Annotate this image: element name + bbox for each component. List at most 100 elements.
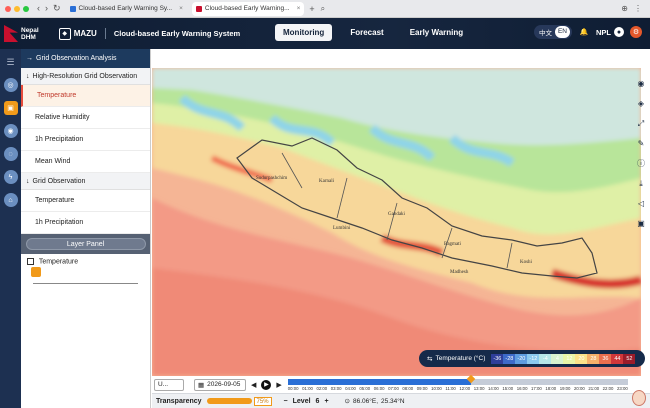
- timeline-hour[interactable]: 02:00: [316, 386, 327, 391]
- info-icon[interactable]: ⓘ: [636, 158, 647, 169]
- radar-icon[interactable]: ◎: [3, 78, 18, 92]
- timeline-hour[interactable]: 18:00: [545, 386, 556, 391]
- camera-icon[interactable]: ▣: [636, 218, 647, 229]
- legend-title: Temperature (°C): [435, 355, 486, 362]
- timeline-hour[interactable]: 16:00: [517, 386, 528, 391]
- panel-header: → Grid Observation Analysis: [21, 49, 150, 68]
- assistant-avatar[interactable]: [632, 390, 646, 406]
- item-hr-precip[interactable]: 1h Precipitation: [21, 129, 150, 151]
- timeline-hour[interactable]: 04:00: [345, 386, 356, 391]
- globe-icon[interactable]: ◌: [3, 147, 18, 161]
- settings-icon[interactable]: ⚙: [630, 26, 642, 38]
- menu-icon[interactable]: ☰: [4, 55, 18, 69]
- section-grid-obs[interactable]: ↓ Grid Observation: [21, 173, 150, 190]
- timeline-hour[interactable]: 11:00: [445, 386, 455, 391]
- menu-dots-icon[interactable]: ⋮: [634, 4, 642, 13]
- item-hr-temperature[interactable]: Temperature: [21, 85, 150, 107]
- timeline-hour[interactable]: 09:00: [417, 386, 428, 391]
- timeline-hour[interactable]: 01:00: [302, 386, 313, 391]
- timeline-hour[interactable]: 22:00: [603, 386, 614, 391]
- timeline-hour[interactable]: 13:00: [474, 386, 485, 391]
- nav-early-warning[interactable]: Early Warning: [402, 24, 472, 41]
- temperature-legend: ⇆ Temperature (°C) -36 -28 -20 -12 -4 4 12 20 28…: [419, 350, 645, 367]
- timeline-hour[interactable]: 15:00: [502, 386, 513, 391]
- timeline-hour[interactable]: 23:00: [617, 386, 628, 391]
- timeline-hour[interactable]: 05:00: [359, 386, 370, 391]
- zoom-in-button[interactable]: +: [324, 398, 328, 405]
- download-icon[interactable]: ⤓: [636, 178, 647, 189]
- timeline-hour[interactable]: 12:00: [459, 386, 470, 391]
- measure-icon[interactable]: ⤢: [636, 118, 647, 129]
- map-label-bagmati: Bagmati: [444, 242, 462, 247]
- bell-icon[interactable]: 🔔: [578, 26, 590, 38]
- arrow-right-icon: →: [26, 55, 33, 62]
- lang-en[interactable]: EN: [554, 26, 570, 38]
- map-label-madhesh: Madhesh: [450, 270, 469, 275]
- close-tab-icon[interactable]: ×: [297, 5, 301, 12]
- grid-analysis-icon[interactable]: ▣: [3, 101, 18, 115]
- user-icon: ●: [614, 27, 624, 37]
- browser-tab-title: Cloud-based Early Warning...: [204, 5, 290, 12]
- timeline-hour[interactable]: 10:00: [431, 386, 442, 391]
- time-zone-select[interactable]: U...: [154, 378, 184, 391]
- user-menu[interactable]: NPL ●: [596, 27, 624, 37]
- timeline-hour[interactable]: 08:00: [402, 386, 413, 391]
- maximize-window-button[interactable]: [23, 5, 29, 12]
- lightning-icon[interactable]: ϟ: [3, 170, 18, 184]
- layers-icon[interactable]: ◈: [636, 98, 647, 109]
- satellite-icon[interactable]: ◉: [3, 124, 18, 138]
- timeline-progress: [287, 379, 472, 385]
- minimize-window-button[interactable]: [14, 5, 20, 12]
- nav-forecast[interactable]: Forecast: [342, 24, 391, 41]
- legend-cell: -4: [539, 353, 552, 364]
- browser-tab-2[interactable]: Cloud-based Early Warning... ×: [191, 1, 305, 16]
- timeline-hour[interactable]: 06:00: [374, 386, 385, 391]
- close-tab-icon[interactable]: ×: [179, 5, 183, 12]
- language-switch[interactable]: 中文 EN: [533, 25, 572, 39]
- timeline-slider[interactable]: 00:00 01:00 02:00 03:00 04:00 05:00 06:00 07:00…: [287, 374, 628, 393]
- mazu-icon: ◆: [58, 27, 71, 40]
- lang-zh[interactable]: 中文: [536, 27, 555, 37]
- legend-cell: 28: [587, 353, 600, 364]
- timeline-hour[interactable]: 03:00: [331, 386, 342, 391]
- timeline-hour[interactable]: 00:00: [288, 386, 299, 391]
- step-back-icon[interactable]: ◀: [251, 381, 256, 389]
- step-forward-icon[interactable]: ▶: [276, 381, 281, 389]
- item-go-precip[interactable]: 1h Precipitation: [21, 212, 150, 234]
- search-icon[interactable]: ⌕: [321, 4, 325, 14]
- locate-icon[interactable]: ◉: [636, 78, 647, 89]
- back-icon[interactable]: ‹: [37, 3, 40, 14]
- item-hr-wind[interactable]: Mean Wind: [21, 151, 150, 173]
- layer-style-icon[interactable]: [31, 267, 41, 278]
- left-icon-bar: ☰ ◎ ▣ ◉ ◌ ϟ ⌂: [0, 49, 21, 408]
- draw-icon[interactable]: ✎: [636, 138, 647, 149]
- longitude: 86.06°E,: [353, 397, 379, 405]
- share-icon[interactable]: ◁: [636, 198, 647, 209]
- station-icon[interactable]: ⌂: [3, 193, 18, 207]
- new-tab-icon[interactable]: +: [309, 4, 314, 14]
- layer-panel-button[interactable]: Layer Panel: [25, 238, 146, 250]
- transparency-slider[interactable]: [206, 398, 252, 404]
- item-go-temperature[interactable]: Temperature: [21, 190, 150, 212]
- timeline-hour[interactable]: 17:00: [531, 386, 542, 391]
- close-window-button[interactable]: [5, 5, 11, 12]
- forward-icon[interactable]: ›: [45, 3, 48, 14]
- layer-checkbox[interactable]: [27, 258, 34, 265]
- play-button[interactable]: ▶: [261, 379, 272, 390]
- section-high-res[interactable]: ↓ High-Resolution Grid Observation: [21, 68, 150, 85]
- item-hr-humidity[interactable]: Relative Humidity: [21, 107, 150, 129]
- timeline-hour[interactable]: 14:00: [488, 386, 499, 391]
- zoom-out-button[interactable]: −: [284, 398, 288, 405]
- globe-icon[interactable]: ⊕: [621, 4, 628, 13]
- date-picker[interactable]: ▦ 2026-09-05: [194, 378, 246, 391]
- chevron-down-icon: ↓: [26, 72, 30, 80]
- browser-tab-1[interactable]: Cloud-based Early Warning Sy... ×: [66, 2, 187, 16]
- map-view[interactable]: Sudurpashchim Karnali Lumbini Gandaki Ba…: [152, 68, 641, 376]
- timeline-hour[interactable]: 07:00: [388, 386, 399, 391]
- reload-icon[interactable]: ↻: [53, 3, 61, 14]
- nav-monitoring[interactable]: Monitoring: [275, 24, 333, 41]
- timeline-hour[interactable]: 21:00: [588, 386, 599, 391]
- timeline-hour[interactable]: 20:00: [574, 386, 585, 391]
- select-value: U...: [158, 381, 169, 388]
- timeline-hour[interactable]: 19:00: [560, 386, 571, 391]
